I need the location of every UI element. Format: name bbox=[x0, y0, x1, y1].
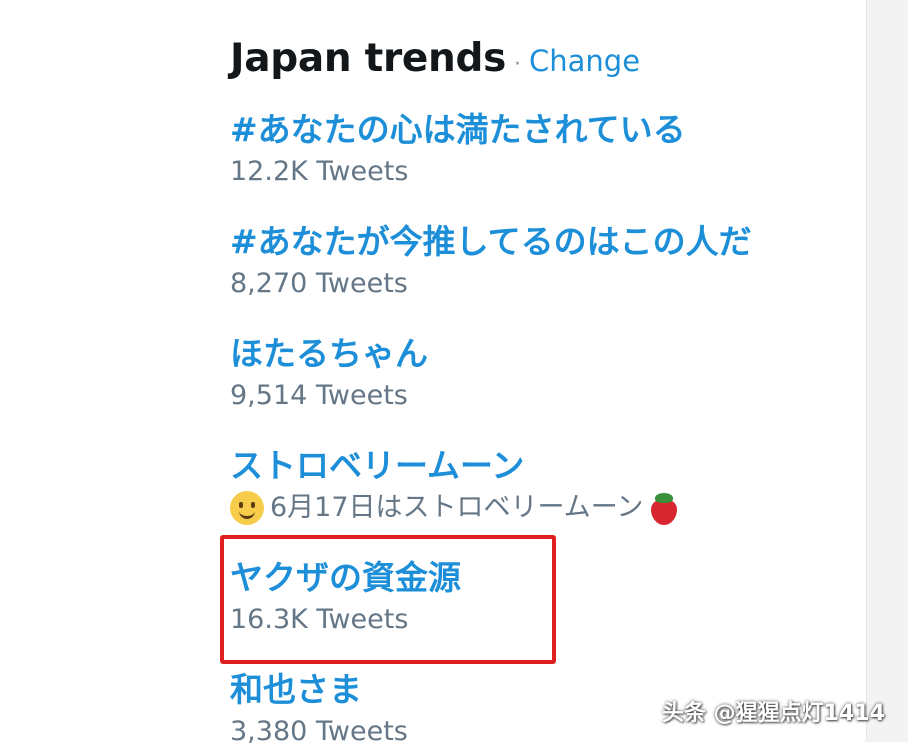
trends-title: Japan trends bbox=[230, 36, 507, 81]
smiling-face-icon bbox=[230, 491, 264, 525]
trend-description: 6月17日はストロベリームーン bbox=[230, 490, 830, 526]
trends-panel: Japan trends · Change #あなたの心は満たされている 12.… bbox=[230, 36, 850, 747]
trend-item[interactable]: #あなたの心は満たされている 12.2K Tweets bbox=[230, 110, 830, 190]
header-separator: · bbox=[514, 52, 522, 77]
watermark: 头条 @猩猩点灯1414 bbox=[662, 701, 885, 726]
trend-item[interactable]: ストロベリームーン 6月17日はストロベリームーン bbox=[230, 446, 830, 526]
scrollbar-track[interactable] bbox=[866, 0, 908, 742]
trend-meta-text: 9,514 Tweets bbox=[230, 380, 408, 411]
strawberry-icon bbox=[649, 491, 679, 525]
trend-meta-text: 12.2K Tweets bbox=[230, 156, 409, 187]
trend-tweet-count: 12.2K Tweets bbox=[230, 154, 830, 190]
trend-name[interactable]: ほたるちゃん bbox=[230, 334, 830, 374]
highlight-annotation-box bbox=[220, 535, 556, 664]
trends-header: Japan trends · Change bbox=[230, 36, 850, 96]
trend-name[interactable]: #あなたが今推してるのはこの人だ bbox=[230, 222, 830, 262]
change-location-link[interactable]: Change bbox=[529, 44, 640, 78]
trend-meta-text: 8,270 Tweets bbox=[230, 268, 408, 299]
trend-name[interactable]: #あなたの心は満たされている bbox=[230, 110, 830, 150]
trend-meta-text: 3,380 Tweets bbox=[230, 716, 408, 747]
trend-tweet-count: 8,270 Tweets bbox=[230, 266, 830, 302]
trend-item[interactable]: ほたるちゃん 9,514 Tweets bbox=[230, 334, 830, 414]
trend-meta-text: 6月17日はストロベリームーン bbox=[270, 492, 644, 523]
trend-name[interactable]: ストロベリームーン bbox=[230, 446, 830, 486]
trend-item[interactable]: #あなたが今推してるのはこの人だ 8,270 Tweets bbox=[230, 222, 830, 302]
trend-tweet-count: 9,514 Tweets bbox=[230, 378, 830, 414]
